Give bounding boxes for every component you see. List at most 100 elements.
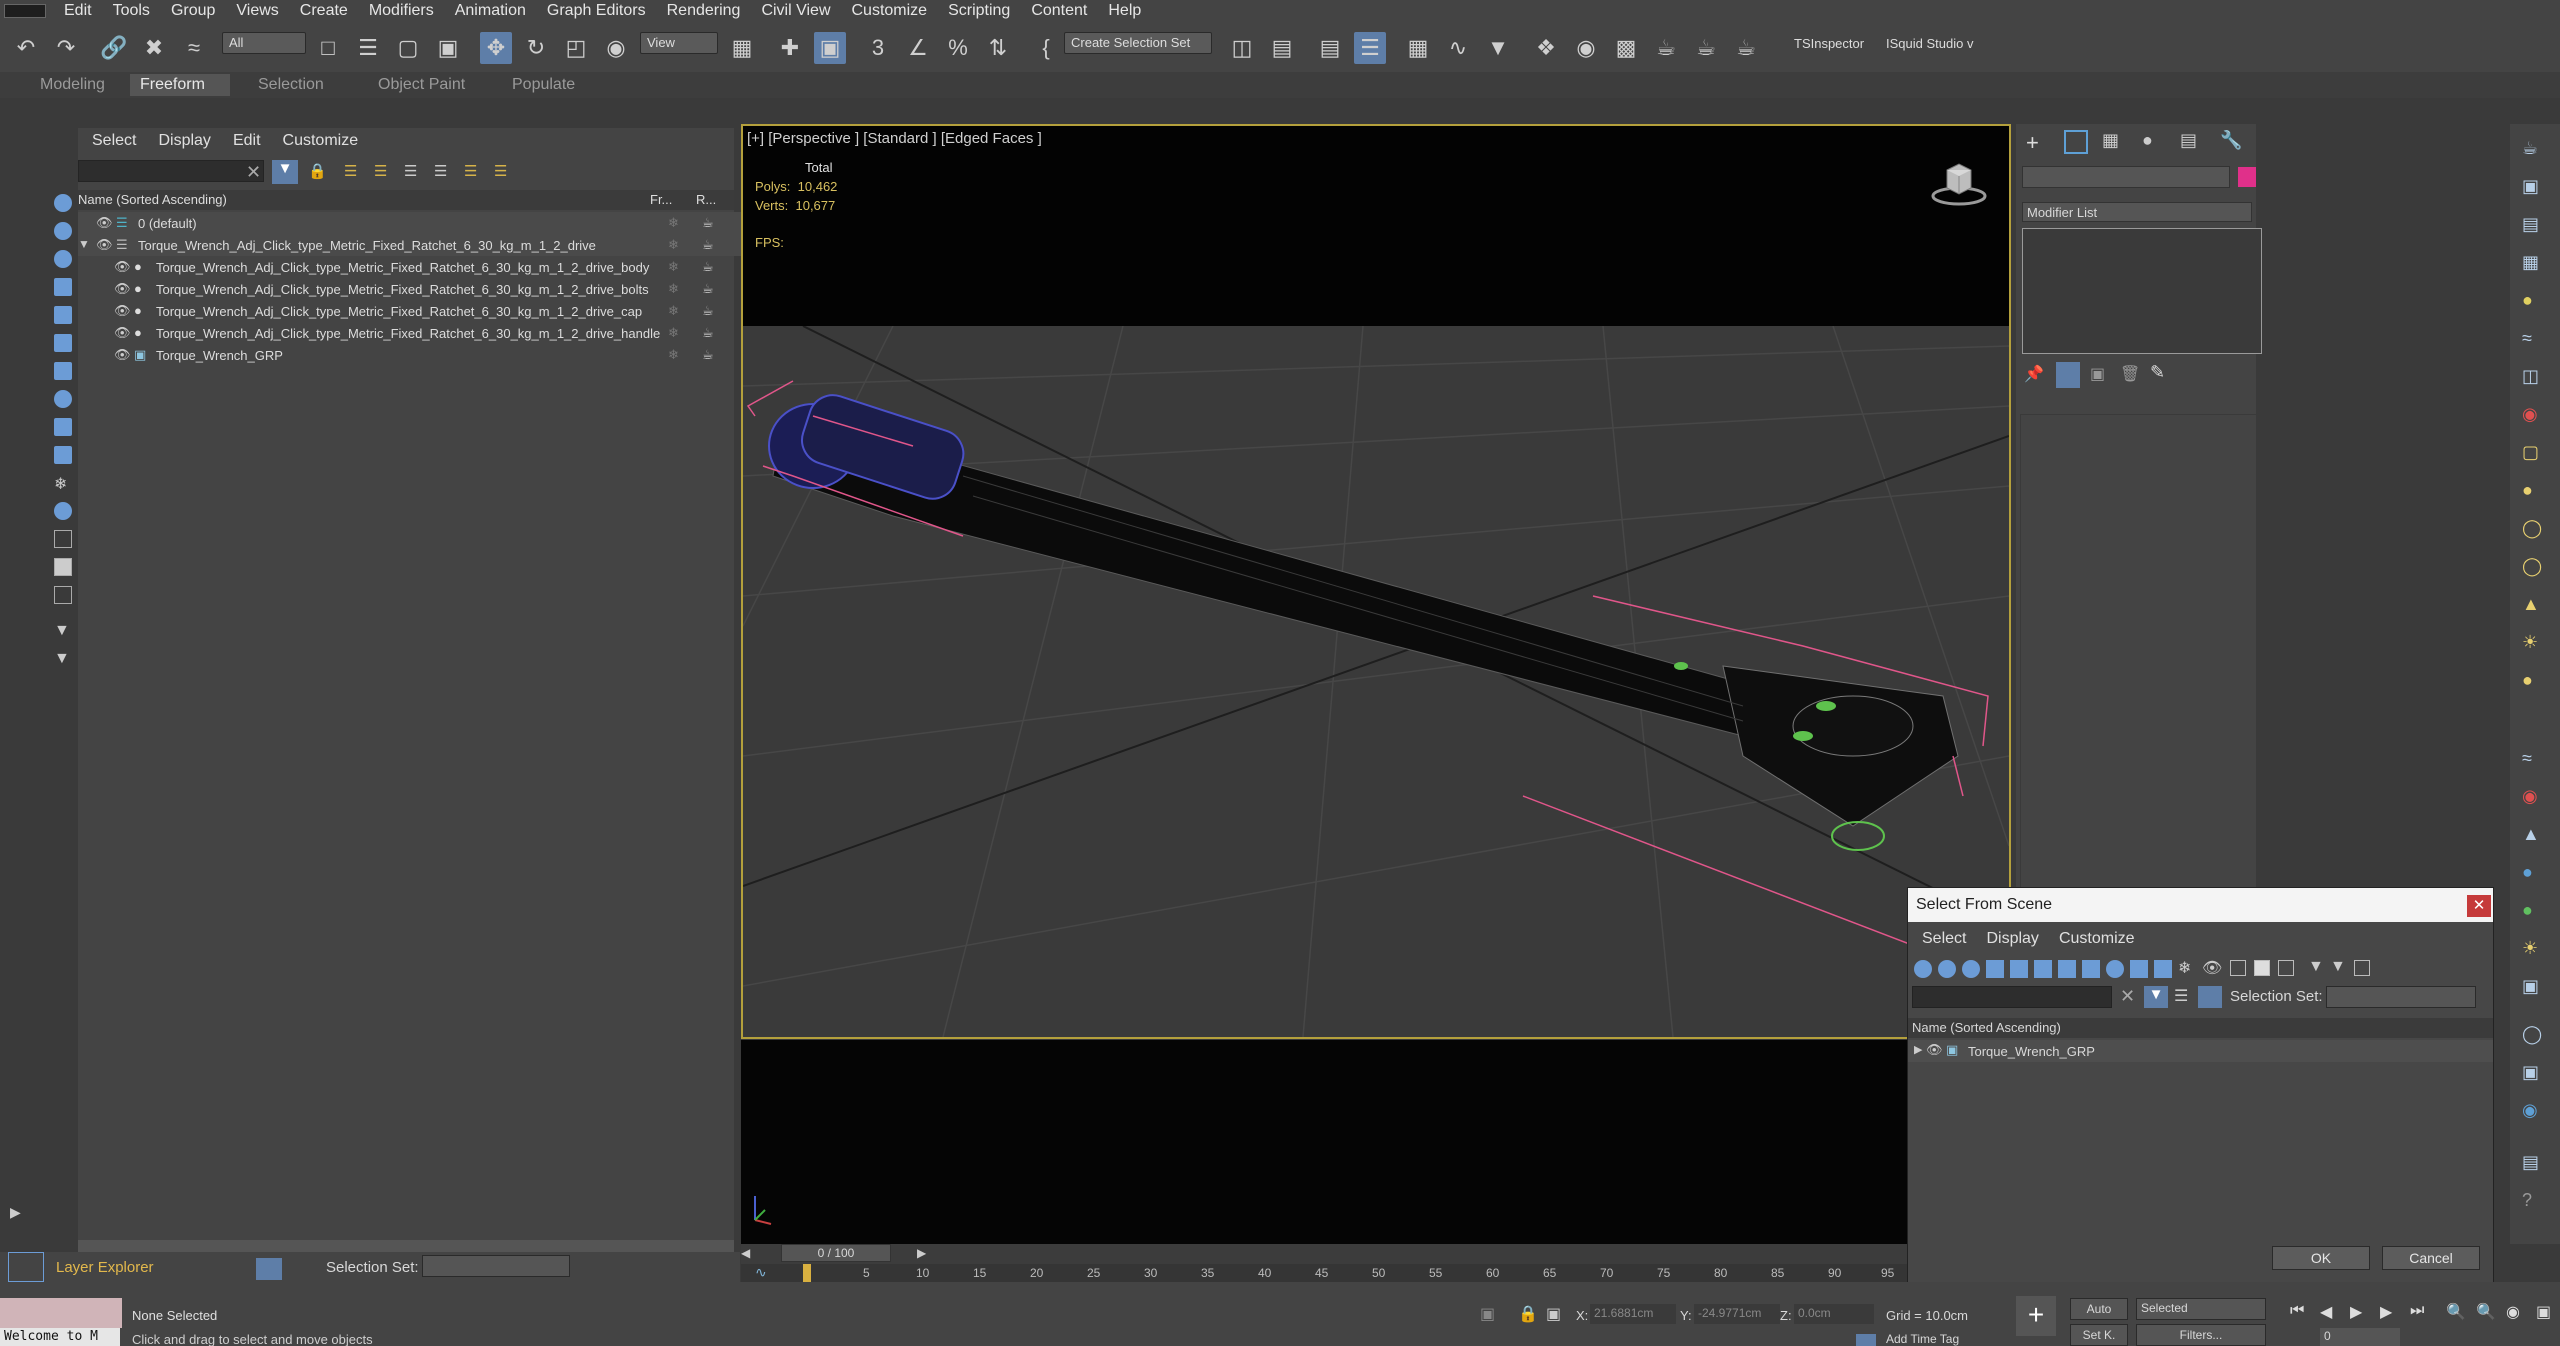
menu-tools[interactable]: Tools [113,2,150,20]
display-none-icon[interactable] [54,558,72,576]
expand-arrow-icon[interactable]: ▶ [1914,1043,1922,1056]
visibility-icon[interactable]: 👁 [114,347,131,363]
edit-named-sets-icon[interactable]: { [1030,32,1062,64]
filter-frame-icon[interactable] [2354,960,2370,976]
maxscript-mini-listener[interactable]: Welcome to M [0,1328,120,1346]
keyboard-shortcut-override-icon[interactable]: ▣ [814,32,846,64]
tree-row[interactable]: 👁 ☰ 0 (default) ❄ ☕ [78,212,758,234]
tool-icon-21[interactable]: ☀ [2522,938,2538,959]
schematic-view-icon[interactable]: ❖ [1530,32,1562,64]
time-slider-thumb[interactable]: 0 / 100 [781,1244,891,1262]
display-xrefs-icon[interactable] [54,390,72,408]
tool-icon-12[interactable]: ◯ [2522,556,2542,577]
zoom-icon[interactable]: 🔍 [2446,1302,2466,1322]
tool-icon-20[interactable]: ● [2522,900,2533,921]
pin-stack-icon[interactable]: 📌 [2024,364,2044,384]
render-icon[interactable]: ☕ [702,303,714,319]
menu-graph-editors[interactable]: Graph Editors [547,2,646,20]
layer-props-icon[interactable]: ☰ [464,162,477,180]
tool-icon-23[interactable]: ◯ [2522,1024,2542,1045]
named-selection-sets-select[interactable]: Create Selection Set [1064,32,1212,54]
display-tab-icon[interactable]: ▤ [2180,130,2197,151]
dialog-menu-select[interactable]: Select [1922,930,1966,948]
filter-hidden-icon[interactable]: 👁 [2202,958,2222,978]
filter-toggle-icon[interactable]: ▼ [272,160,298,184]
render-icon[interactable]: ☕ [702,281,714,297]
display-groups-icon[interactable] [54,362,72,380]
layer-explorer-icon[interactable]: ☰ [1354,32,1386,64]
undo-icon[interactable]: ↶ [10,32,42,64]
freeze-icon[interactable]: ❄ [668,303,679,319]
expand-panel-icon[interactable]: ▶ [10,1204,30,1224]
menu-rendering[interactable]: Rendering [667,2,741,20]
tool-icon-16[interactable]: ≈ [2522,748,2532,769]
dialog-column-header[interactable]: Name (Sorted Ascending) [1908,1018,2493,1038]
ok-button[interactable]: OK [2272,1246,2370,1270]
display-frozen-icon[interactable]: ❄ [54,474,72,493]
modifier-list-select[interactable]: Modifier List [2022,202,2252,222]
move-icon[interactable]: ✥ [480,32,512,64]
tool-icon-8[interactable]: ◉ [2522,404,2538,425]
render-icon[interactable]: ☕ [702,325,714,341]
explorer-search-input[interactable] [78,160,264,182]
orbit-icon[interactable]: ◉ [2506,1302,2520,1322]
filter-spacewarps-icon[interactable] [2034,960,2052,978]
previous-frame-icon[interactable]: ◀ [2320,1302,2332,1322]
dialog-hierarchy-icon[interactable]: ☰ [2174,986,2188,1006]
modify-tab-icon[interactable] [2064,130,2088,154]
snaps-toggle-icon[interactable]: 3 [862,32,894,64]
hierarchy-tab-icon[interactable]: ▦ [2102,130,2119,151]
tool-icon-9[interactable]: ▢ [2522,442,2539,463]
tool-icon-1[interactable]: ☕ [2522,138,2538,159]
layer-explorer-toggle-icon[interactable] [256,1258,282,1280]
col-r[interactable]: R... [696,192,716,207]
add-to-layer-icon[interactable]: ☰ [374,162,387,180]
select-object-icon[interactable]: □ [312,32,344,64]
filter-lights-icon[interactable] [1962,960,1980,978]
tab-populate[interactable]: Populate [502,74,585,96]
freeze-icon[interactable]: ❄ [668,215,679,231]
perspective-viewport[interactable]: [+] [Perspective ] [Standard ] [Edged Fa… [741,124,2011,1039]
filter-icon[interactable]: ▼ [54,622,72,640]
x-coord-field[interactable]: 21.6881cm [1590,1304,1676,1324]
render-setup-icon[interactable]: ▩ [1610,32,1642,64]
freeze-icon[interactable]: ❄ [668,259,679,275]
filter-shapes-icon[interactable] [1938,960,1956,978]
tool-icon-5[interactable]: ● [2522,290,2533,311]
menu-help[interactable]: Help [1108,2,1141,20]
dialog-selection-set-select[interactable] [2326,986,2476,1008]
filter-2-icon[interactable]: ▼ [54,650,72,668]
curve-editor-icon[interactable]: ∿ [1442,32,1474,64]
scale-icon[interactable]: ◰ [560,32,592,64]
select-all-icon[interactable] [2230,960,2246,976]
display-invert-icon[interactable] [54,586,72,604]
expand-arrow-icon[interactable]: ▼ [78,237,90,251]
display-geometry-icon[interactable] [54,194,72,212]
filter-geometry-icon[interactable] [1914,960,1932,978]
tool-icon-3[interactable]: ▤ [2522,214,2539,235]
maxscript-listener-pink[interactable] [0,1298,122,1328]
clear-search-icon[interactable]: ✕ [246,162,261,183]
select-by-name-icon[interactable]: ☰ [352,32,384,64]
go-to-end-icon[interactable]: ⏭ [2410,1302,2424,1320]
tool-icon-6[interactable]: ≈ [2522,328,2532,349]
render-iterative-icon[interactable]: ☕ [1730,32,1762,64]
tool-icon-7[interactable]: ◫ [2522,366,2539,387]
tab-object-paint[interactable]: Object Paint [368,74,475,96]
percent-snap-icon[interactable]: % [942,32,974,64]
tree-row[interactable]: 👁 ● Torque_Wrench_Adj_Click_type_Metric_… [78,322,758,344]
visibility-icon[interactable]: 👁 [1926,1042,1943,1058]
select-manipulate-icon[interactable]: ✚ [774,32,806,64]
place-icon[interactable]: ◉ [600,32,632,64]
go-to-start-icon[interactable]: ⏮ [2290,1302,2304,1320]
menu-civil-view[interactable]: Civil View [761,2,830,20]
explorer-menu-customize[interactable]: Customize [283,132,359,150]
visibility-icon[interactable]: 👁 [114,259,131,275]
motion-tab-icon[interactable]: ● [2142,130,2153,151]
bottom-viewport[interactable] [741,1040,1909,1245]
freeze-icon[interactable]: ❄ [668,281,679,297]
visibility-icon[interactable]: 👁 [114,303,131,319]
render-icon[interactable]: ☕ [702,215,714,231]
tree-row[interactable]: 👁 ● Torque_Wrench_Adj_Click_type_Metric_… [78,300,758,322]
z-coord-field[interactable]: 0.0cm [1794,1304,1874,1324]
